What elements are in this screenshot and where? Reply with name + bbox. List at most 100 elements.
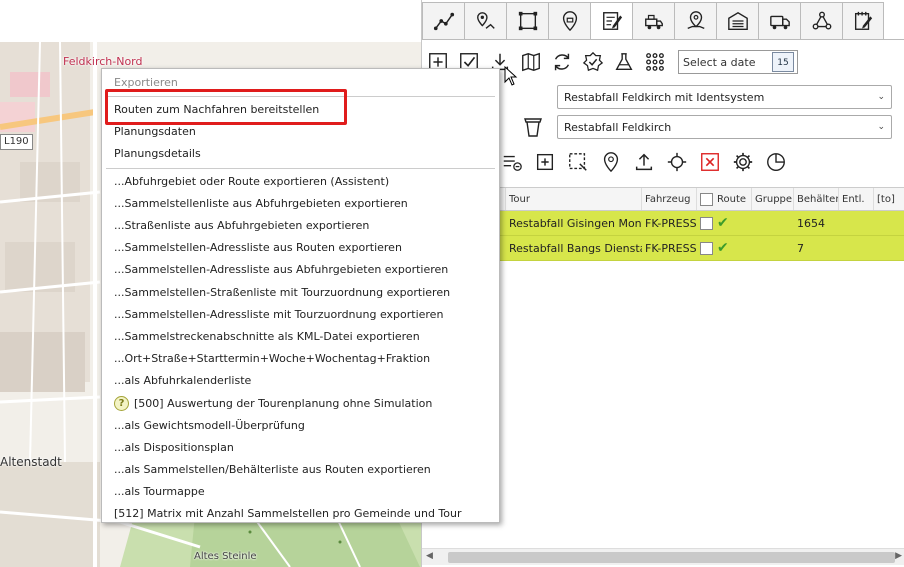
menu-item-abfuhrgebiet-assistent[interactable]: ...Abfuhrgebiet oder Route exportieren (… (102, 171, 499, 193)
scrollbar-thumb[interactable] (448, 552, 895, 563)
row-checkbox[interactable] (700, 241, 713, 255)
menu-item-gewichtsmodell[interactable]: ...als Gewichtsmodell-Überprüfung (102, 415, 499, 437)
fraction-select[interactable]: Restabfall Feldkirch ⌄ (557, 115, 892, 139)
move-button[interactable] (663, 149, 690, 176)
route-check-icon: ✔ (717, 215, 729, 231)
depot-building-icon (727, 11, 748, 30)
verify-button[interactable] (579, 49, 606, 76)
menu-item-dispositionsplan[interactable]: ...als Dispositionsplan (102, 437, 499, 459)
tab-depot[interactable] (716, 2, 758, 40)
map-button[interactable] (517, 49, 544, 76)
menu-item-planungsdaten[interactable]: Planungsdaten (102, 121, 499, 143)
column-header-route-label: Route (717, 193, 747, 205)
badge-check-icon (582, 51, 603, 72)
grid-dots-icon (645, 53, 664, 71)
mouse-cursor-icon (504, 66, 518, 86)
menu-divider (106, 96, 495, 97)
export-context-menu: Exportieren Routen zum Nachfahren bereit… (101, 68, 500, 523)
menu-item-kml-export[interactable]: ...Sammelstreckenabschnitte als KML-Date… (102, 326, 499, 348)
menu-item-sammelstellenliste[interactable]: ...Sammelstellenliste aus Abfuhrgebieten… (102, 193, 499, 215)
column-header-entl[interactable]: Entl. (839, 188, 874, 210)
column-header-vehicle[interactable]: Fahrzeug (642, 188, 697, 210)
pie-chart-icon (766, 153, 785, 171)
menu-item-strassenliste[interactable]: ...Straßenliste aus Abfuhrgebieten expor… (102, 215, 499, 237)
gear-icon (733, 152, 752, 172)
table-cell-group (752, 236, 794, 260)
calendar-icon[interactable]: 15 (772, 52, 794, 72)
horizontal-scrollbar[interactable]: ◀ ▶ (422, 548, 904, 565)
menu-item-matrix-512[interactable]: [512] Matrix mit Anzahl Sammelstellen pr… (102, 503, 499, 525)
grid-menu-button[interactable] (641, 49, 668, 76)
select-all-checkbox[interactable] (700, 192, 713, 206)
remove-list-button[interactable] (498, 149, 525, 176)
scroll-right-icon[interactable]: ▶ (895, 551, 902, 561)
menu-item-adressliste-abfuhrgebiete[interactable]: ...Sammelstellen-Adressliste aus Abfuhrg… (102, 259, 499, 281)
tab-edit[interactable] (590, 2, 632, 40)
top-strip (0, 0, 424, 42)
folded-map-icon (521, 52, 540, 72)
menu-item-adressliste-tourzuordnung[interactable]: ...Sammelstellen-Adressliste mit Tourzuo… (102, 304, 499, 326)
tab-truck[interactable] (758, 2, 800, 40)
row-checkbox[interactable] (700, 216, 713, 230)
menu-item-adressliste-routen[interactable]: ...Sammelstellen-Adressliste aus Routen … (102, 237, 499, 259)
table-cell-entl (839, 236, 874, 260)
menu-item-ort-strasse[interactable]: ...Ort+Straße+Starttermin+Woche+Wochenta… (102, 348, 499, 370)
table-cell-group (752, 211, 794, 235)
map-label-altes-steinle: Altes Steinle (194, 551, 257, 562)
column-header-tour[interactable]: Tour (506, 188, 642, 210)
tab-locations[interactable] (674, 2, 716, 40)
table-cell-tour: Restabfall Bangs Dienstag (509, 241, 642, 255)
dashed-select-icon (568, 153, 587, 171)
menu-item-behaelterliste[interactable]: ...als Sammelstellen/Behälterliste aus R… (102, 459, 499, 481)
date-input[interactable]: Select a date 15 (678, 50, 798, 74)
map-location-icon (686, 11, 705, 29)
menu-item-tourmappe[interactable]: ...als Tourmappe (102, 481, 499, 503)
table-cell-to (874, 236, 904, 260)
upload-icon (635, 153, 652, 171)
tab-routes[interactable] (422, 2, 464, 40)
column-header-to[interactable]: [to] (874, 188, 904, 210)
truck-icon (769, 15, 790, 30)
column-header-route[interactable]: Route (697, 188, 752, 210)
add-copy-icon (536, 153, 553, 171)
vehicle-icon (644, 14, 663, 30)
shield-pin-icon (603, 152, 618, 173)
refresh-icon (554, 53, 569, 71)
panel-tabs (422, 2, 884, 40)
delete-button[interactable] (696, 149, 723, 176)
table-cell-route: ✔ (697, 236, 752, 260)
refresh-button[interactable] (548, 49, 575, 76)
map-label-feldkirch-nord: Feldkirch-Nord (63, 55, 143, 68)
move-arrows-icon (667, 152, 686, 172)
menu-item-abfuhrkalender[interactable]: ...als Abfuhrkalenderliste (102, 370, 499, 392)
pin-button[interactable] (597, 149, 624, 176)
list-minus-icon (503, 155, 522, 171)
close-red-icon (700, 153, 719, 171)
menu-item-auswertung-500[interactable]: ? [500] Auswertung der Tourenplanung ohn… (102, 392, 499, 414)
settings-button[interactable] (729, 149, 756, 176)
add-tour-button[interactable] (531, 149, 558, 176)
select-area-button[interactable] (564, 149, 591, 176)
column-header-containers[interactable]: Behälter (794, 188, 839, 210)
menu-item-routen-bereitstellen[interactable]: Routen zum Nachfahren bereitstellen (102, 99, 499, 121)
tab-vehicle[interactable] (632, 2, 674, 40)
tab-area[interactable] (506, 2, 548, 40)
menu-divider (106, 167, 495, 169)
simulation-button[interactable] (610, 49, 637, 76)
tour-plan-select[interactable]: Restabfall Feldkirch mit Identsystem ⌄ (557, 85, 892, 109)
tab-notes[interactable] (842, 2, 884, 40)
tab-map-route[interactable] (464, 2, 506, 40)
menu-item-strassenliste-tourzuordnung[interactable]: ...Sammelstellen-Straßenliste mit Tourzu… (102, 282, 499, 304)
column-header-group[interactable]: Gruppe (752, 188, 794, 210)
statistics-button[interactable] (762, 149, 789, 176)
tour-plan-select-value: Restabfall Feldkirch mit Identsystem (564, 90, 765, 104)
scroll-left-icon[interactable]: ◀ (426, 551, 433, 561)
upload-button[interactable] (630, 149, 657, 176)
location-pin-icon (562, 11, 577, 32)
menu-item-planungsdetails[interactable]: Planungsdetails (102, 143, 499, 165)
table-cell-vehicle: FK-PRESS (645, 241, 697, 255)
table-cell-containers: 1654 (797, 216, 825, 230)
tab-network[interactable] (800, 2, 842, 40)
tab-divider (422, 39, 904, 40)
tab-collection-points[interactable] (548, 2, 590, 40)
